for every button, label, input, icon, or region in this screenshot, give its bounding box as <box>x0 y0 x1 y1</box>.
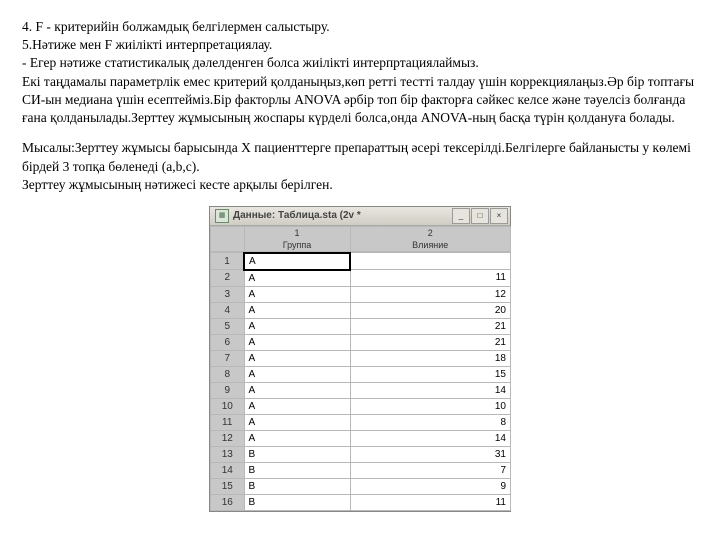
table-row: 13B31 <box>211 446 511 462</box>
value-cell[interactable]: 14 <box>350 382 511 398</box>
table-row: 2A11 <box>211 270 511 287</box>
value-cell[interactable]: 31 <box>350 446 511 462</box>
row-number[interactable]: 8 <box>211 366 245 382</box>
value-cell[interactable]: 21 <box>350 334 511 350</box>
group-cell[interactable]: A <box>244 414 350 430</box>
value-cell[interactable]: 8 <box>350 414 511 430</box>
group-cell[interactable]: A <box>244 366 350 382</box>
row-number[interactable]: 7 <box>211 350 245 366</box>
table-row: 11A8 <box>211 414 511 430</box>
corner-cell <box>211 226 245 251</box>
row-number[interactable]: 13 <box>211 446 245 462</box>
value-cell[interactable]: 14 <box>350 430 511 446</box>
col1-label: Группа <box>249 239 346 251</box>
group-cell[interactable]: B <box>244 462 350 478</box>
group-cell[interactable]: A <box>244 430 350 446</box>
value-cell[interactable]: 11 <box>350 494 511 510</box>
text-block-2: Мысалы:Зерттеу жұмысы барысында Х пациен… <box>22 139 698 194</box>
paragraph-2-line1: Мысалы:Зерттеу жұмысы барысында Х пациен… <box>22 140 691 173</box>
table-row: 5A21 <box>211 318 511 334</box>
line-5: 5.Нәтиже мен F жиілікті интерпретациялау… <box>22 37 272 52</box>
maximize-button[interactable]: □ <box>471 208 489 224</box>
row-number[interactable]: 15 <box>211 478 245 494</box>
table-row: 8A15 <box>211 366 511 382</box>
embedded-screenshot: ▦ Данные: Таблица.sta (2v * _ □ × 1 Груп… <box>22 206 698 512</box>
titlebar-left: ▦ Данные: Таблица.sta (2v * <box>212 209 361 223</box>
value-cell[interactable]: 7 <box>350 462 511 478</box>
table-row: 4A20 <box>211 302 511 318</box>
group-cell[interactable]: A <box>244 270 350 287</box>
value-cell[interactable]: 10 <box>350 398 511 414</box>
value-cell[interactable] <box>350 253 511 270</box>
table-row: 9A14 <box>211 382 511 398</box>
value-cell[interactable]: 9 <box>350 478 511 494</box>
app-icon: ▦ <box>215 209 229 223</box>
group-cell[interactable]: B <box>244 446 350 462</box>
row-number[interactable]: 16 <box>211 494 245 510</box>
col2-label: Влияние <box>355 239 507 251</box>
table-row: 7A18 <box>211 350 511 366</box>
group-cell[interactable]: A <box>244 398 350 414</box>
row-number[interactable]: 1 <box>211 253 245 270</box>
paragraph-2-line2: Зерттеу жұмысының нәтижесі кесте арқылы … <box>22 177 333 192</box>
row-number[interactable]: 10 <box>211 398 245 414</box>
col1-number: 1 <box>249 227 346 239</box>
col2-header[interactable]: 2 Влияние <box>350 226 511 251</box>
group-cell[interactable]: A <box>244 334 350 350</box>
row-number[interactable]: 12 <box>211 430 245 446</box>
grid-header-row: 1 Группа 2 Влияние <box>211 226 511 251</box>
group-cell[interactable]: A <box>244 253 350 270</box>
value-cell[interactable]: 12 <box>350 286 511 302</box>
group-cell[interactable]: A <box>244 318 350 334</box>
table-row: 6A21 <box>211 334 511 350</box>
col1-header[interactable]: 1 Группа <box>244 226 350 251</box>
table-row: 1A <box>211 253 511 270</box>
value-cell[interactable]: 18 <box>350 350 511 366</box>
line-4: 4. F - критерийін болжамдық белгілермен … <box>22 19 330 34</box>
group-cell[interactable]: B <box>244 494 350 510</box>
close-button[interactable]: × <box>490 208 508 224</box>
group-cell[interactable]: A <box>244 302 350 318</box>
table-row: 10A10 <box>211 398 511 414</box>
table-row: 16B11 <box>211 494 511 510</box>
data-window: ▦ Данные: Таблица.sta (2v * _ □ × 1 Груп… <box>209 206 511 512</box>
row-number[interactable]: 9 <box>211 382 245 398</box>
paragraph-1-body: Екі таңдамалы параметрлік емес критерий … <box>22 74 694 125</box>
table-row: 14B7 <box>211 462 511 478</box>
value-cell[interactable]: 11 <box>350 270 511 287</box>
text-block-1: 4. F - критерийін болжамдық белгілермен … <box>22 18 698 127</box>
window-controls: _ □ × <box>452 208 508 224</box>
window-titlebar: ▦ Данные: Таблица.sta (2v * _ □ × <box>210 207 510 226</box>
table-row: 3A12 <box>211 286 511 302</box>
group-cell[interactable]: A <box>244 382 350 398</box>
window-title: Данные: Таблица.sta (2v * <box>233 209 361 223</box>
row-number[interactable]: 4 <box>211 302 245 318</box>
table-row: 15B9 <box>211 478 511 494</box>
group-cell[interactable]: A <box>244 286 350 302</box>
col2-number: 2 <box>355 227 507 239</box>
group-cell[interactable]: B <box>244 478 350 494</box>
row-number[interactable]: 11 <box>211 414 245 430</box>
data-grid: 1 Группа 2 Влияние 1A2A113A124A205A216A2… <box>210 226 511 511</box>
line-dash: - Егер нәтиже статистикалық дәлелденген … <box>22 55 479 70</box>
minimize-button[interactable]: _ <box>452 208 470 224</box>
row-number[interactable]: 2 <box>211 270 245 287</box>
row-number[interactable]: 6 <box>211 334 245 350</box>
row-number[interactable]: 14 <box>211 462 245 478</box>
value-cell[interactable]: 15 <box>350 366 511 382</box>
row-number[interactable]: 5 <box>211 318 245 334</box>
value-cell[interactable]: 21 <box>350 318 511 334</box>
row-number[interactable]: 3 <box>211 286 245 302</box>
table-row: 12A14 <box>211 430 511 446</box>
value-cell[interactable]: 20 <box>350 302 511 318</box>
group-cell[interactable]: A <box>244 350 350 366</box>
